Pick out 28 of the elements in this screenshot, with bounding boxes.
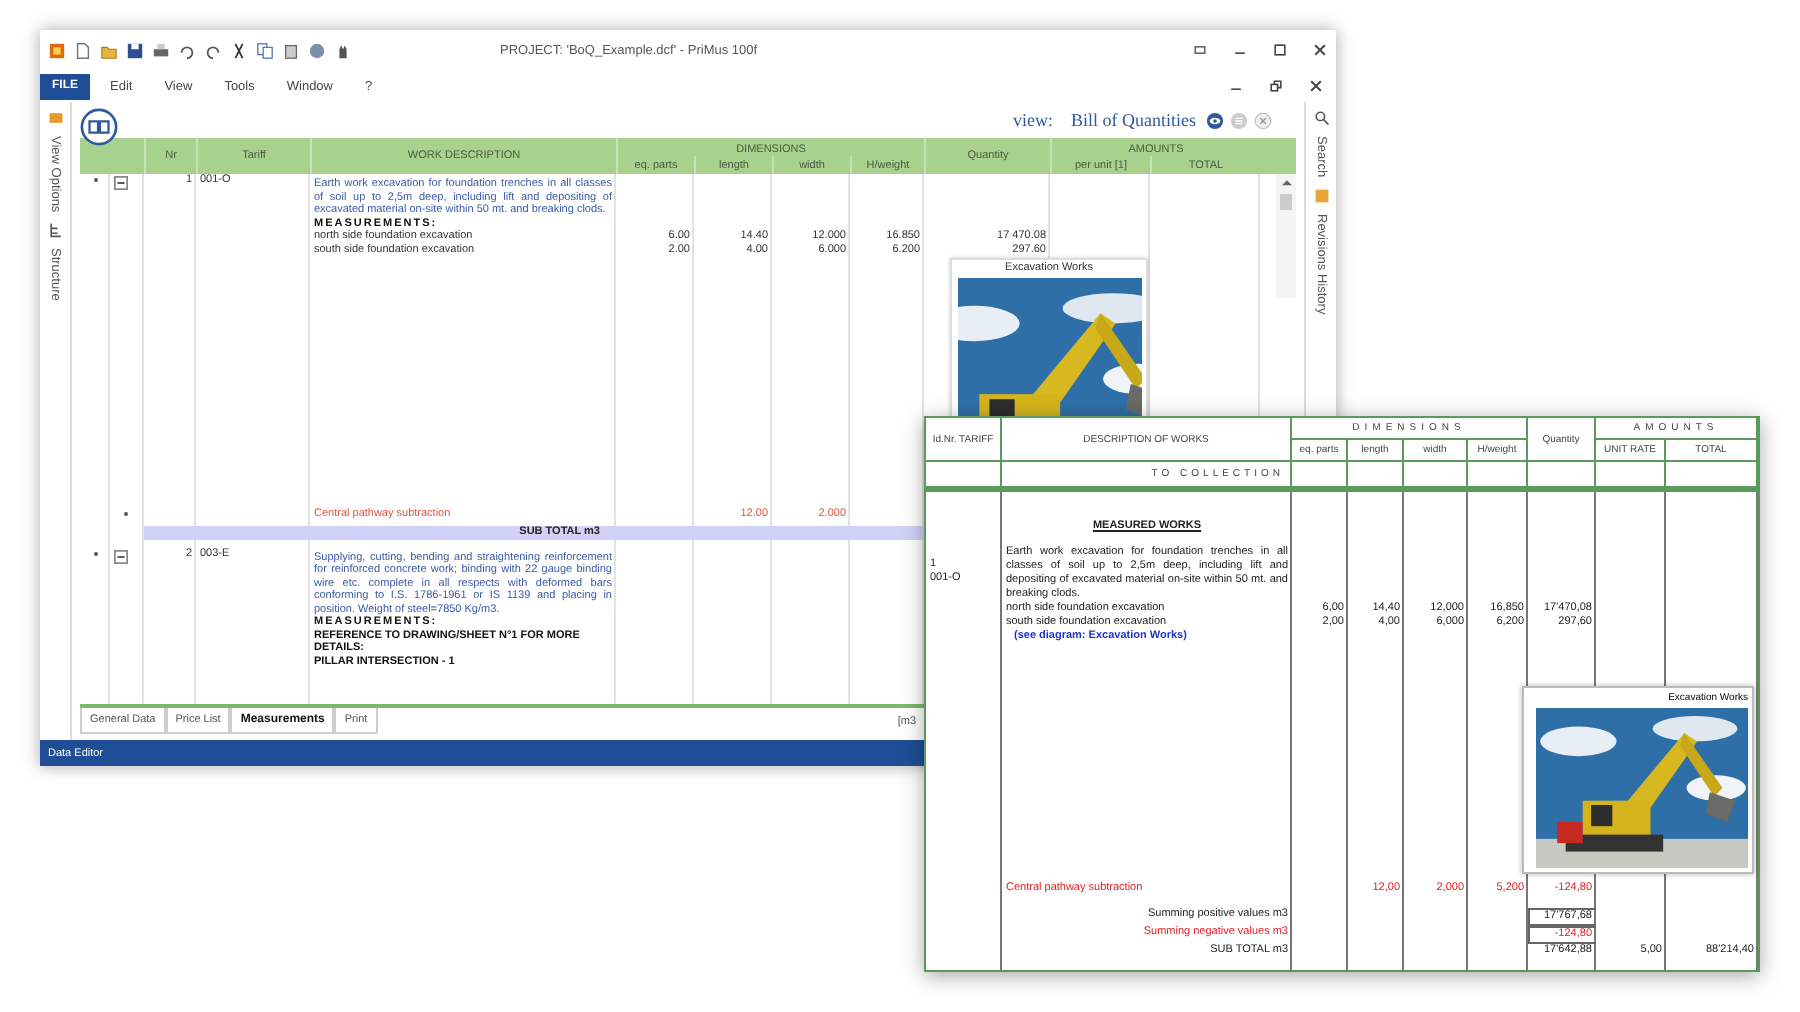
maximize-icon[interactable]	[1272, 42, 1288, 58]
save-icon[interactable]	[126, 41, 144, 59]
collapse-icon[interactable]	[114, 549, 128, 563]
search-icon[interactable]	[1313, 110, 1329, 126]
collapse-icon[interactable]	[114, 176, 128, 190]
row-marker-icon	[124, 512, 128, 516]
close-icon[interactable]	[1312, 42, 1328, 58]
row-marker-icon	[94, 178, 98, 182]
structure-icon[interactable]	[47, 222, 63, 239]
view-label: view:	[1013, 110, 1053, 130]
print-icon[interactable]	[152, 41, 170, 59]
scrollbar-thumb[interactable]	[1280, 194, 1292, 210]
app-logo-icon	[48, 41, 66, 59]
row-marker-icon	[94, 551, 98, 555]
copy-icon[interactable]	[256, 41, 274, 59]
open-folder-icon[interactable]	[100, 41, 118, 59]
new-file-icon[interactable]	[74, 41, 92, 59]
redo-icon[interactable]	[204, 41, 222, 59]
paste-icon[interactable]	[282, 41, 300, 59]
view-name: Bill of Quantities	[1071, 110, 1196, 130]
book-icon[interactable]	[80, 107, 118, 145]
scrollbar[interactable]	[1276, 174, 1296, 298]
close-icon[interactable]	[1308, 78, 1324, 94]
undo-icon[interactable]	[178, 41, 196, 59]
eye-icon[interactable]	[1206, 111, 1224, 129]
cut-icon[interactable]	[230, 41, 248, 59]
scroll-up-icon[interactable]	[1281, 178, 1291, 186]
restore-icon[interactable]	[1268, 78, 1284, 94]
